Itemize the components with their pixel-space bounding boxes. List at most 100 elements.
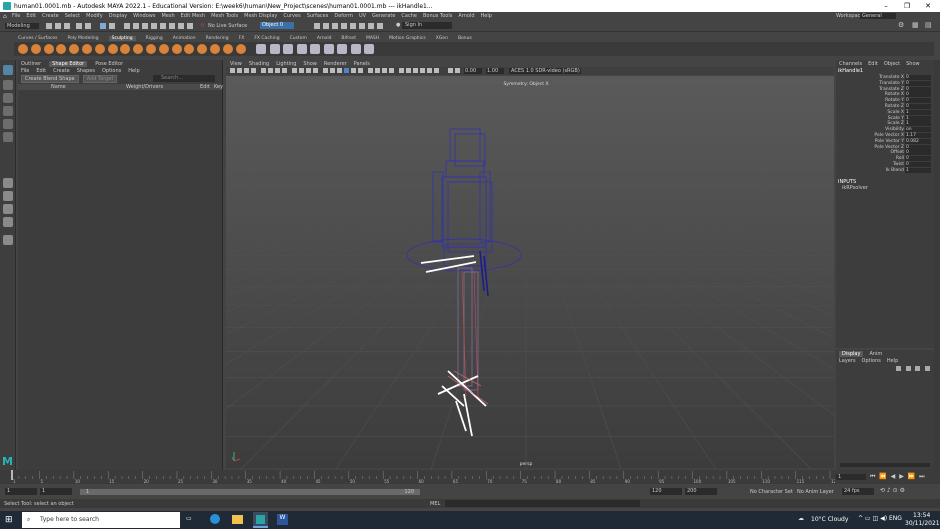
menu-create[interactable]: Create	[53, 68, 70, 74]
tray-icons[interactable]: ^ ▭ ◫ ◀) ENG	[858, 515, 902, 522]
viewport-toolbar-icons[interactable]	[228, 67, 468, 75]
loop-icon[interactable]: ⟲ ♪ ⊙ ⚙	[880, 487, 905, 494]
channel-value[interactable]: 0	[905, 98, 931, 104]
sculpt-tool-icon[interactable]	[30, 44, 41, 54]
layout-outliner-icon[interactable]	[3, 217, 13, 227]
shelf-tab-fx-caching[interactable]: FX Caching	[254, 36, 279, 41]
menu-options[interactable]: Options	[102, 68, 121, 74]
cb-menu-show[interactable]: Show	[906, 61, 920, 67]
add-target-button[interactable]: Add Target	[82, 74, 118, 83]
cb-menu-channels[interactable]: Channels	[839, 61, 862, 67]
shelf-tab-curves-surfaces[interactable]: Curves / Surfaces	[18, 36, 58, 41]
channel-value[interactable]: 1	[905, 115, 931, 121]
viewport-canvas[interactable]: Symmetry: Object X persp	[226, 76, 834, 469]
range-end2-field[interactable]: 200	[685, 488, 717, 495]
menu-surfaces[interactable]: Surfaces	[307, 13, 329, 19]
anim-layer-select[interactable]: No Anim Layer	[797, 489, 834, 495]
minimize-button[interactable]: –	[876, 0, 896, 12]
shelf-tool-icon[interactable]	[364, 44, 374, 54]
settings-icon[interactable]: ⚙	[898, 21, 904, 29]
panels-icon[interactable]: ▤	[925, 21, 932, 29]
lasso-tool-icon[interactable]	[3, 80, 13, 90]
channel-value[interactable]: 1.17	[905, 132, 931, 138]
rotate-tool-icon[interactable]	[3, 119, 13, 129]
viewport-3d[interactable]: Symmetry: Object X persp	[226, 76, 834, 469]
shelf-tab-arnold[interactable]: Arnold	[317, 36, 332, 41]
cb-menu-object[interactable]: Object	[884, 61, 900, 67]
shelf-tool-icon[interactable]	[269, 44, 280, 54]
close-button[interactable]: ✕	[918, 0, 938, 12]
layout-four-icon[interactable]	[3, 191, 13, 201]
windows-start-icon[interactable]: ⊞	[5, 515, 13, 525]
menu-edit-mesh[interactable]: Edit Mesh	[181, 13, 205, 19]
shelf-tool-icon[interactable]	[310, 44, 320, 54]
shelf-tool-icon[interactable]	[256, 44, 266, 54]
select-tool-icon[interactable]	[3, 65, 13, 75]
search-icon[interactable]	[3, 235, 13, 245]
channel-value[interactable]: 0	[905, 150, 931, 156]
le-menu-layers[interactable]: Layers	[839, 358, 856, 364]
le-menu-options[interactable]: Options	[862, 358, 881, 364]
file-explorer-icon[interactable]	[232, 515, 243, 524]
layout-single-icon[interactable]	[3, 178, 13, 188]
channel-value[interactable]: 1	[905, 121, 931, 127]
layer-buttons[interactable]	[896, 366, 930, 372]
workspace-select[interactable]: General	[860, 13, 896, 19]
sculpt-tool-icon[interactable]	[158, 44, 169, 54]
layout-icon[interactable]: ▦	[912, 21, 919, 29]
channel-value[interactable]: 0.082	[905, 138, 931, 144]
sculpt-tool-icon[interactable]	[69, 44, 80, 54]
shelf-tab-rigging[interactable]: Rigging	[146, 36, 163, 41]
edge-icon[interactable]	[210, 514, 220, 524]
sculpt-tool-icon[interactable]	[94, 44, 105, 54]
inputs-item[interactable]: ikRPsolver	[836, 185, 934, 191]
sign-in-button[interactable]: Sign In	[402, 22, 452, 29]
menu-edit[interactable]: Edit	[36, 68, 46, 74]
menu-display[interactable]: Display	[109, 13, 127, 19]
channel-value[interactable]: on	[905, 127, 931, 133]
shelf-tool-icon[interactable]	[323, 44, 334, 54]
le-menu-help[interactable]: Help	[887, 358, 898, 364]
menu-deform[interactable]: Deform	[334, 13, 353, 19]
tab-outliner[interactable]: Outliner	[21, 61, 41, 67]
menu-bonus-tools[interactable]: Bonus Tools	[423, 13, 452, 19]
channel-value[interactable]: 0	[905, 75, 931, 80]
vp-menu-show[interactable]: Show	[303, 61, 317, 67]
channel-value[interactable]: 0	[905, 80, 931, 86]
maya-taskbar-icon[interactable]	[253, 512, 268, 528]
current-frame-field[interactable]: 1	[836, 474, 866, 480]
sculpt-tool-icon[interactable]	[43, 44, 54, 54]
menu-select[interactable]: Select	[65, 13, 80, 19]
object-name-field[interactable]: Object 0	[260, 22, 294, 29]
menu-set-select[interactable]: Modeling	[5, 23, 39, 29]
shelf-tab-fx[interactable]: FX	[239, 36, 245, 41]
taskbar-search[interactable]: ⌕ Type here to search	[22, 512, 180, 528]
shelf-tab-bonus[interactable]: Bonus	[458, 36, 472, 41]
layer-list-scrollbar[interactable]	[840, 463, 930, 467]
sculpt-tool-icon[interactable]	[107, 44, 118, 54]
menu-shapes[interactable]: Shapes	[77, 68, 95, 74]
search-input[interactable]: Search...	[153, 75, 215, 82]
cb-menu-edit[interactable]: Edit	[868, 61, 878, 67]
menu-help[interactable]: Help	[128, 68, 139, 74]
shelf-tab-poly-modeling[interactable]: Poly Modeling	[68, 36, 99, 41]
range-start2-field[interactable]: 1	[40, 488, 72, 495]
menu-file[interactable]: File	[12, 13, 20, 19]
home-icon[interactable]: ⌂	[3, 13, 7, 20]
paint-select-tool-icon[interactable]	[3, 93, 13, 103]
tab-anim[interactable]: Anim	[869, 351, 882, 357]
attribute-editor-side-tab[interactable]	[934, 60, 940, 470]
menu-windows[interactable]: Windows	[133, 13, 155, 19]
maximize-button[interactable]: ❐	[897, 0, 917, 12]
channel-value[interactable]: 0	[905, 156, 931, 162]
menu-cache[interactable]: Cache	[401, 13, 417, 19]
sculpt-tool-icon[interactable]	[235, 44, 246, 54]
range-start-field[interactable]: 1	[5, 488, 37, 495]
shelf-tool-icon[interactable]	[283, 44, 293, 54]
sculpt-tool-icon[interactable]	[222, 44, 233, 54]
exposure-field[interactable]: 0.00	[464, 68, 482, 74]
range-bar[interactable]: 1 120	[80, 489, 420, 495]
render-icons[interactable]	[300, 21, 390, 31]
menu-mesh-tools[interactable]: Mesh Tools	[211, 13, 238, 19]
sculpt-tool-icon[interactable]	[197, 44, 208, 54]
